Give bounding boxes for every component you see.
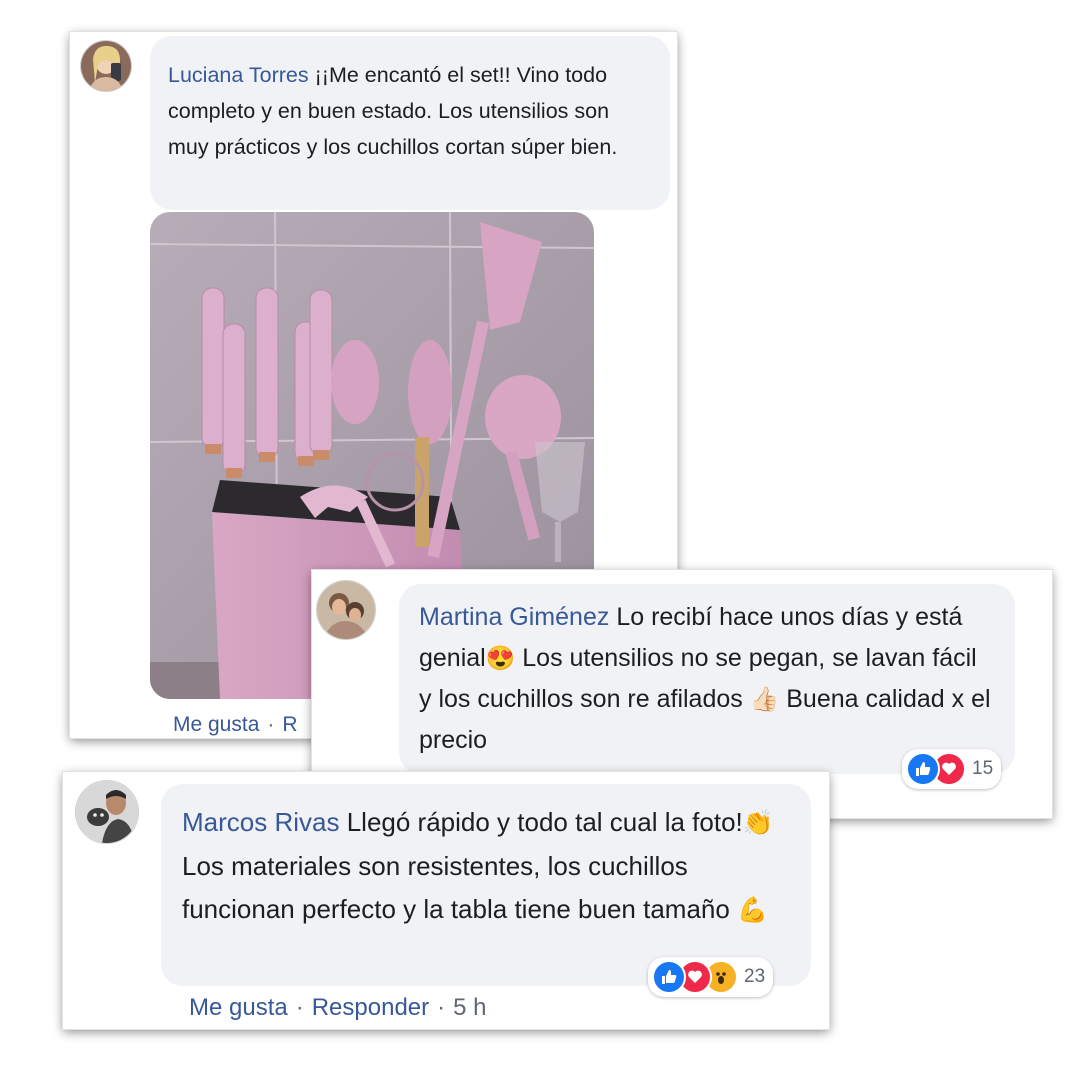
reply-link[interactable]: R bbox=[282, 713, 297, 736]
avatar[interactable] bbox=[80, 40, 132, 92]
reaction-summary[interactable]: 15 bbox=[902, 749, 1002, 789]
comment-bubble: Marcos Rivas Llegó rápido y todo tal cua… bbox=[161, 784, 811, 986]
comment-timestamp: 5 h bbox=[453, 994, 487, 1021]
reaction-count: 23 bbox=[744, 966, 766, 987]
avatar-photo bbox=[81, 41, 131, 91]
like-link[interactable]: Me gusta bbox=[189, 994, 288, 1021]
avatar[interactable] bbox=[316, 580, 376, 640]
like-icon bbox=[652, 960, 686, 994]
heart-eyes-emoji-icon: 😍 bbox=[485, 645, 516, 672]
like-link[interactable]: Me gusta bbox=[173, 713, 259, 736]
separator-dot: · bbox=[267, 713, 275, 736]
reaction-count: 15 bbox=[972, 758, 994, 779]
separator-dot: · bbox=[437, 994, 446, 1021]
comment-author[interactable]: Luciana Torres bbox=[168, 63, 309, 87]
flexed-biceps-emoji-icon: 💪 bbox=[737, 897, 768, 924]
avatar[interactable] bbox=[75, 780, 139, 844]
comment-actions: Me gusta · R bbox=[173, 713, 298, 737]
comment-author[interactable]: Marcos Rivas bbox=[182, 807, 339, 837]
clapping-hands-emoji-icon: 👏 bbox=[742, 810, 774, 837]
comment-bubble: Martina Giménez Lo recibí hace unos días… bbox=[399, 584, 1015, 774]
separator-dot: · bbox=[295, 994, 304, 1021]
comment-card-marcos: Marcos Rivas Llegó rápido y todo tal cua… bbox=[63, 772, 829, 1029]
comment-bubble: Luciana Torres ¡¡Me encantó el set!! Vin… bbox=[150, 36, 670, 210]
reaction-summary[interactable]: 23 bbox=[648, 957, 774, 997]
thumbs-up-emoji-icon: 👍🏻 bbox=[749, 686, 780, 713]
avatar-photo bbox=[317, 581, 375, 639]
reply-link[interactable]: Responder bbox=[312, 994, 429, 1021]
avatar-photo bbox=[76, 781, 138, 843]
like-icon bbox=[906, 752, 940, 786]
comment-author[interactable]: Martina Giménez bbox=[419, 603, 609, 631]
comment-actions: Me gusta · Responder · 5 h bbox=[189, 994, 487, 1022]
